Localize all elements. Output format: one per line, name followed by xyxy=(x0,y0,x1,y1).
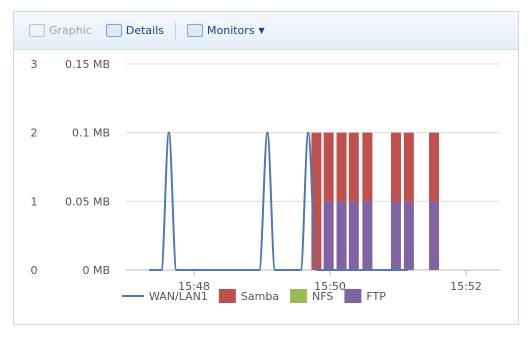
y-tick-label-right: 0.05 MB xyxy=(65,195,110,208)
y-tick-label-right: 0.1 MB xyxy=(72,127,110,140)
x-tick-label: 15:52 xyxy=(450,280,482,293)
bar-segment-samba xyxy=(336,132,347,202)
legend-item: FTP xyxy=(344,289,386,303)
bar-segment-ftp xyxy=(390,201,401,270)
legend-label: FTP xyxy=(366,290,386,303)
bar-segment-samba xyxy=(348,132,359,202)
bar-segment-ftp xyxy=(323,201,334,270)
legend: WAN/LAN1 Samba NFS FTP xyxy=(122,289,386,303)
bar-segment-samba xyxy=(403,132,414,202)
y-tick-label-right: 0 MB xyxy=(82,264,110,277)
bar-segment-ftp xyxy=(348,201,359,270)
bar-segment-ftp xyxy=(403,201,414,270)
y-tick-label-left: 0 xyxy=(31,264,38,277)
bar-segment-ftp xyxy=(362,201,373,270)
legend-item: WAN/LAN1 xyxy=(122,290,208,303)
y-axis: 3 0.15 MB 2 0.1 MB 1 0.05 MB 0 0 MB xyxy=(31,58,111,277)
y-tick-label-left: 3 xyxy=(31,58,38,71)
bar-segment-samba xyxy=(390,132,401,202)
legend-label: WAN/LAN1 xyxy=(149,290,208,303)
y-tick-label-right: 0.15 MB xyxy=(65,58,110,71)
bar-segment-samba xyxy=(323,132,334,202)
legend-label: NFS xyxy=(312,290,333,303)
bar-segment-ftp xyxy=(336,201,347,270)
legend-label: Samba xyxy=(241,290,279,303)
legend-swatch xyxy=(290,289,308,303)
bar-segment-ftp xyxy=(429,201,440,270)
y-tick-label-left: 1 xyxy=(31,195,38,208)
legend-item: NFS xyxy=(290,289,333,303)
legend-swatch xyxy=(218,289,236,303)
bandwidth-chart: 3 0.15 MB2 0.1 MB1 0.05 MB0 0 MB 15:48 15:50 1… xyxy=(31,58,500,303)
bar-segment-samba xyxy=(429,132,440,202)
legend-item: Samba xyxy=(218,289,279,303)
legend-swatch xyxy=(344,289,362,303)
y-tick-label-left: 2 xyxy=(31,127,38,140)
bar-segment-samba xyxy=(362,132,373,202)
